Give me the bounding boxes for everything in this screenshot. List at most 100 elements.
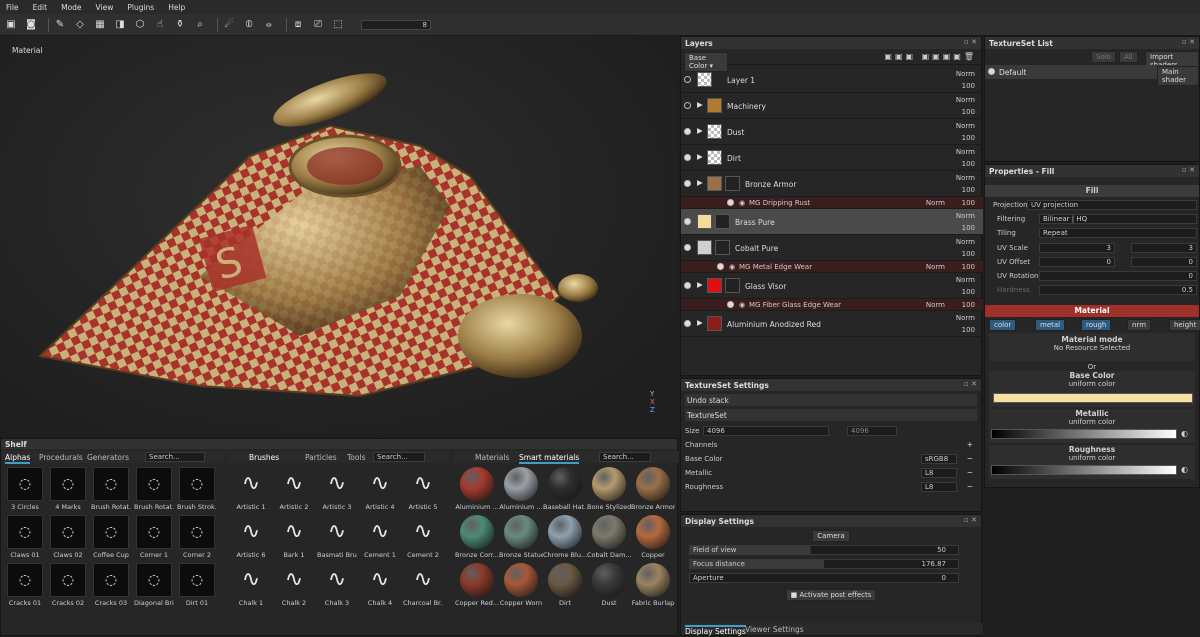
- folder-icon[interactable]: ▶: [697, 318, 703, 327]
- color-toggle[interactable]: color: [989, 319, 1017, 331]
- layer-blend[interactable]: Norm: [956, 174, 975, 182]
- material-item[interactable]: Fabric Burlap: [631, 563, 675, 609]
- eraser-icon[interactable]: ◇: [73, 18, 87, 32]
- channel-format[interactable]: L8: [921, 482, 957, 492]
- save-icon[interactable]: ▣: [4, 18, 18, 32]
- visibility-icon[interactable]: [684, 180, 691, 187]
- folder-icon[interactable]: ▶: [697, 126, 703, 135]
- 3d-viewport[interactable]: S Y X Z: [0, 36, 678, 436]
- layer-blend[interactable]: Norm: [956, 276, 975, 284]
- bake-icon[interactable]: ☄: [222, 18, 236, 32]
- paint-brush-icon[interactable]: ✎: [53, 18, 67, 32]
- layer-row[interactable]: Cobalt Pure Norm 100: [681, 235, 983, 261]
- alpha-item[interactable]: ◌ Cracks 03: [91, 563, 131, 609]
- layer-blend[interactable]: Norm: [956, 96, 975, 104]
- visibility-icon[interactable]: [684, 102, 691, 109]
- symmetry-icon[interactable]: ⦶: [242, 18, 256, 32]
- layer-row[interactable]: Layer 1 Norm 100: [681, 67, 983, 93]
- visibility-icon[interactable]: [684, 282, 691, 289]
- hardness-slider[interactable]: 0.5: [1039, 285, 1197, 295]
- alpha-item[interactable]: ◌ Corner 2: [177, 515, 217, 561]
- brush-item[interactable]: ∿ Basmati Brush: [317, 515, 357, 561]
- material-item[interactable]: Aluminium ...: [455, 467, 499, 513]
- size-secondary[interactable]: 4096: [847, 426, 897, 436]
- folder-icon[interactable]: ▶: [697, 280, 703, 289]
- brush-item[interactable]: ∿ Cement 1: [360, 515, 400, 561]
- alpha-item[interactable]: ◌ Cracks 02: [48, 563, 88, 609]
- material-item[interactable]: Copper: [631, 515, 675, 561]
- symmetry-settings-icon[interactable]: ⦵: [262, 18, 276, 32]
- material-item[interactable]: Cobalt Dam...: [587, 515, 631, 561]
- remove-channel-icon[interactable]: −: [967, 482, 973, 491]
- smudge-icon[interactable]: ☝: [153, 18, 167, 32]
- material-item[interactable]: Dirt: [543, 563, 587, 609]
- layer-actions-icons[interactable]: ▣▣▣ ▣▣▣▣🗑: [884, 52, 977, 61]
- brush-item[interactable]: ∿ Charcoal Br...: [403, 563, 443, 609]
- alpha-item[interactable]: ◌ Claws 01: [5, 515, 45, 561]
- menu-plugins[interactable]: Plugins: [127, 3, 154, 12]
- brush-item[interactable]: ∿ Artistic 4: [360, 467, 400, 513]
- visibility-icon[interactable]: [684, 218, 691, 225]
- brush-item[interactable]: ∿ Artistic 2: [274, 467, 314, 513]
- layer-row[interactable]: ▶ Machinery Norm 100: [681, 93, 983, 119]
- menu-mode[interactable]: Mode: [61, 3, 81, 12]
- visibility-icon[interactable]: [684, 244, 691, 251]
- brush-item[interactable]: ∿ Chalk 3: [317, 563, 357, 609]
- tab-procedurals[interactable]: Procedurals: [39, 453, 83, 462]
- tab-tools[interactable]: Tools: [347, 453, 365, 462]
- menu-edit[interactable]: Edit: [33, 3, 48, 12]
- brushes-search-input[interactable]: Search...: [373, 452, 425, 462]
- roughness-slider[interactable]: [991, 465, 1177, 475]
- uv-offset-u[interactable]: 0: [1039, 257, 1115, 267]
- layer-row[interactable]: ▶ Dust Norm 100: [681, 119, 983, 145]
- mask-blend[interactable]: Norm: [926, 199, 945, 207]
- undo-stack-row[interactable]: Undo stack: [685, 394, 977, 406]
- tab-materials[interactable]: Materials: [475, 453, 509, 462]
- alpha-item[interactable]: ◌ Dirt 01: [177, 563, 217, 609]
- tiling-dropdown[interactable]: Repeat: [1039, 228, 1197, 238]
- alpha-item[interactable]: ◌ Coffee Cup: [91, 515, 131, 561]
- view-3d-icon[interactable]: ⬚: [331, 18, 345, 32]
- metal-toggle[interactable]: metal: [1035, 319, 1066, 331]
- layer-opacity[interactable]: 100: [962, 186, 975, 194]
- tab-display-settings[interactable]: Display Settings: [685, 625, 746, 636]
- layer-blend[interactable]: Norm: [956, 238, 975, 246]
- alpha-item[interactable]: ◌ Claws 02: [48, 515, 88, 561]
- layer-opacity[interactable]: 100: [962, 224, 975, 232]
- brush-item[interactable]: ∿ Chalk 2: [274, 563, 314, 609]
- fill-section-header[interactable]: Fill: [985, 185, 1199, 197]
- layer-row[interactable]: ▶ Glass Visor Norm 100: [681, 273, 983, 299]
- layer-blend[interactable]: Norm: [956, 70, 975, 78]
- brush-item[interactable]: ∿ Artistic 1: [231, 467, 271, 513]
- material-item[interactable]: Bronze Corr...: [455, 515, 499, 561]
- material-item[interactable]: Chrome Blu...: [543, 515, 587, 561]
- material-item[interactable]: Copper Red...: [455, 563, 499, 609]
- material-item[interactable]: Aluminium ...: [499, 467, 543, 513]
- menu-view[interactable]: View: [96, 3, 114, 12]
- panel-options-icon[interactable]: ▫ ✕: [964, 38, 977, 46]
- layer-row[interactable]: ▶ Dirt Norm 100: [681, 145, 983, 171]
- material-item[interactable]: Copper Worn: [499, 563, 543, 609]
- size-dropdown[interactable]: 4096: [703, 426, 829, 436]
- alpha-item[interactable]: ◌ Brush Rotat...: [91, 467, 131, 513]
- menu-help[interactable]: Help: [168, 3, 185, 12]
- geometry-icon[interactable]: ◨: [113, 18, 127, 32]
- panel-options-icon[interactable]: ▫ ✕: [1182, 38, 1195, 46]
- alpha-item[interactable]: ◌ Corner 1: [134, 515, 174, 561]
- mask-blend[interactable]: Norm: [926, 263, 945, 271]
- brush-item[interactable]: ∿ Artistic 5: [403, 467, 443, 513]
- panel-options-icon[interactable]: ▫ ✕: [1182, 166, 1195, 174]
- alpha-item[interactable]: ◌ 4 Marks: [48, 467, 88, 513]
- layer-opacity[interactable]: 100: [962, 250, 975, 258]
- alphas-search-input[interactable]: Search...: [145, 452, 205, 462]
- alpha-item[interactable]: ◌ Brush Rotat...: [134, 467, 174, 513]
- material-item[interactable]: Dust: [587, 563, 631, 609]
- rough-toggle[interactable]: rough: [1081, 319, 1112, 331]
- picker-icon[interactable]: ⌕: [193, 18, 207, 32]
- textureset-row[interactable]: TextureSet: [685, 409, 977, 421]
- layer-opacity[interactable]: 100: [962, 288, 975, 296]
- nrm-toggle[interactable]: nrm: [1127, 319, 1152, 331]
- remove-channel-icon[interactable]: −: [967, 468, 973, 477]
- uv-offset-v[interactable]: 0: [1131, 257, 1197, 267]
- visibility-icon[interactable]: [727, 301, 734, 308]
